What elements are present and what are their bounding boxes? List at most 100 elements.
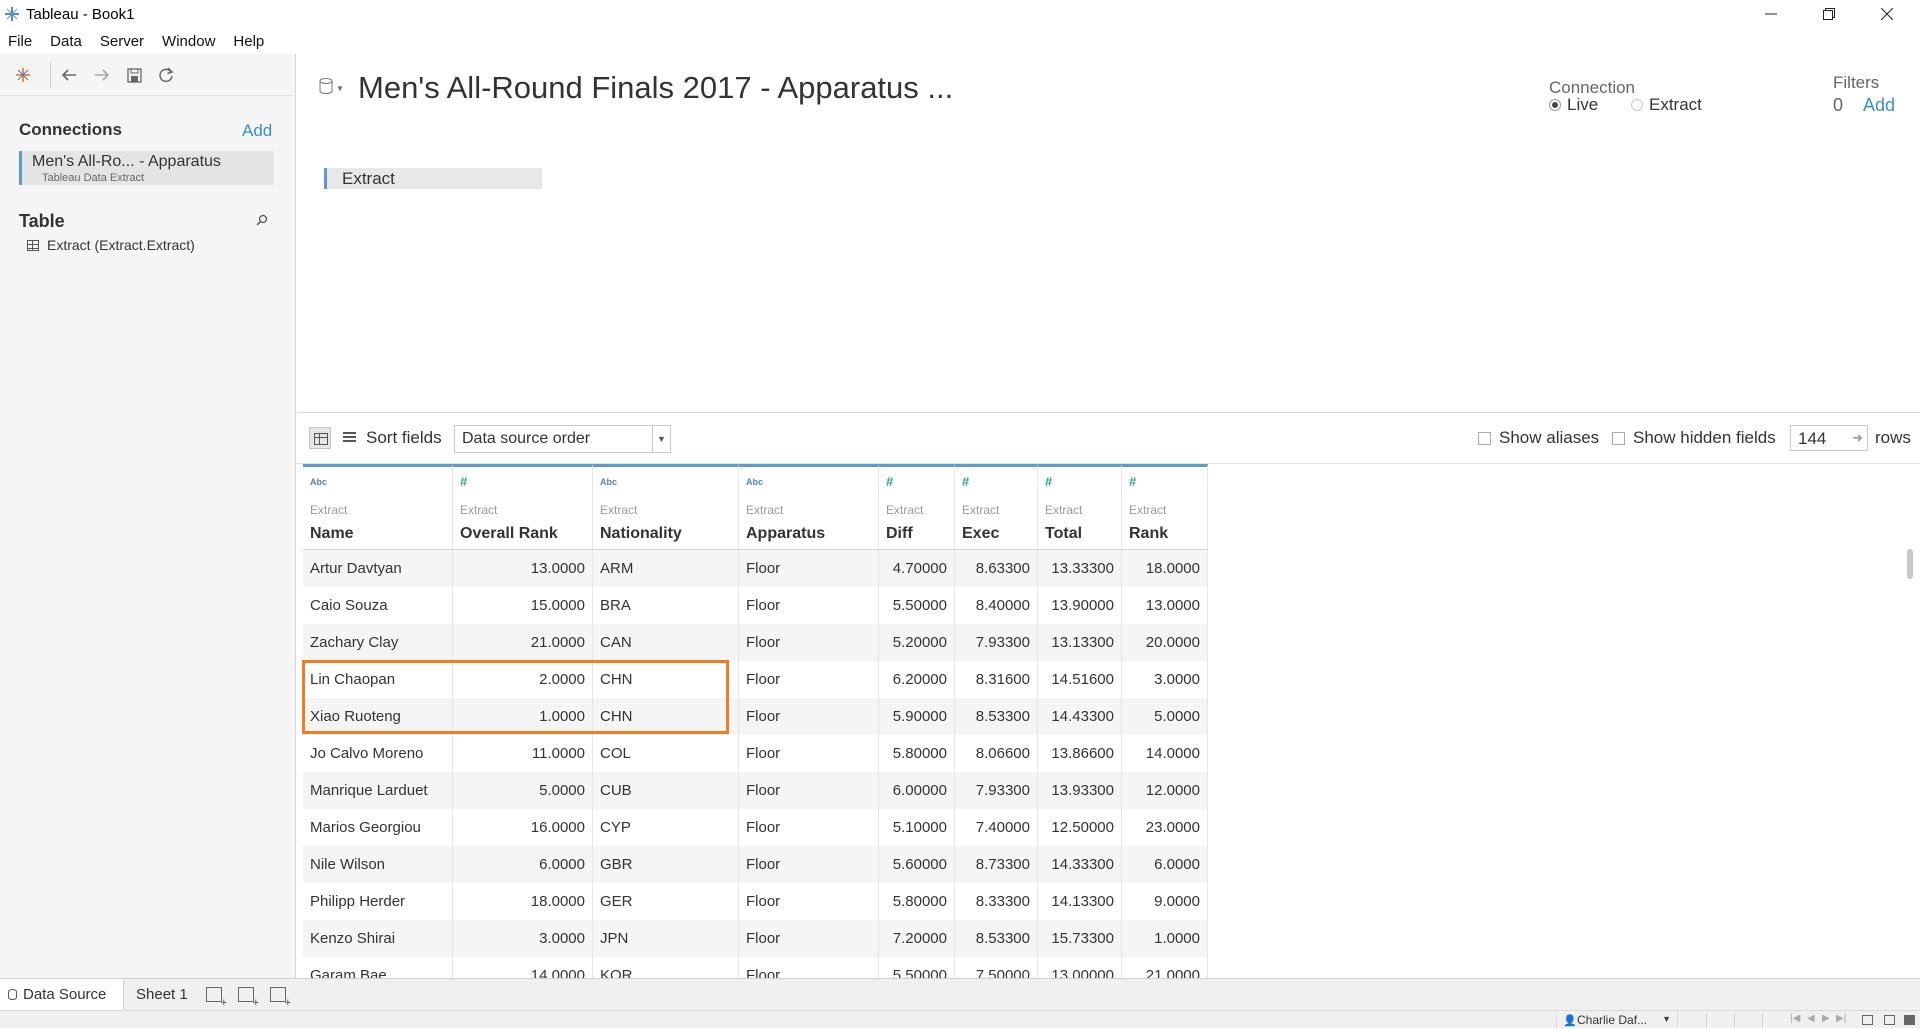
- column-source: Extract: [1045, 503, 1083, 517]
- table-cell: Nile Wilson: [303, 846, 453, 883]
- data-grid-area: Abc Extract Name # Extract Overall Rank Abc Ext…: [297, 464, 1920, 978]
- table-cell: CYP: [593, 809, 739, 846]
- previous-sheet-icon[interactable]: ◀: [1807, 1013, 1815, 1024]
- datasource-cylinder-icon[interactable]: [319, 78, 333, 94]
- show-sheet-sorter-icon[interactable]: [1862, 1015, 1873, 1025]
- show-hidden-fields-checkbox[interactable]: Show hidden fields: [1612, 428, 1776, 448]
- number-type-icon[interactable]: #: [1045, 474, 1052, 489]
- close-window-button[interactable]: [1858, 0, 1916, 28]
- table-cell: Xiao Ruoteng: [303, 698, 453, 735]
- table-cell: 14.13300: [1038, 883, 1122, 920]
- add-filter-link[interactable]: Add: [1863, 95, 1895, 116]
- column-name[interactable]: Diff: [886, 525, 913, 543]
- datasource-title[interactable]: Men's All-Round Finals 2017 - Apparatus …: [358, 70, 953, 106]
- table-row: Kenzo Shirai 3.0000 JPN Floor 7.20000 8.53300…: [303, 920, 1208, 957]
- status-bar: 👤 Charlie Daf... ▼ |◀ ◀ ▶ ▶|: [0, 1010, 1920, 1029]
- column-name[interactable]: Exec: [962, 525, 999, 543]
- table-cell: 21.0000: [453, 624, 593, 661]
- show-aliases-checkbox[interactable]: Show aliases: [1478, 428, 1599, 448]
- next-sheet-icon[interactable]: ▶: [1822, 1013, 1830, 1024]
- connection-live-radio[interactable]: Live: [1549, 95, 1598, 115]
- table-search-button[interactable]: [256, 214, 268, 229]
- table-cell: Floor: [739, 550, 879, 587]
- table-cell: GER: [593, 883, 739, 920]
- menu-data[interactable]: Data: [42, 30, 92, 54]
- undo-button[interactable]: [58, 64, 80, 86]
- connection-item[interactable]: Men's All-Ro... - Apparatus Tableau Data…: [19, 151, 274, 185]
- string-type-icon[interactable]: Abc: [600, 477, 617, 487]
- column-name[interactable]: Overall Rank: [460, 525, 558, 543]
- table-cell: Floor: [739, 624, 879, 661]
- arrow-right-icon[interactable]: ➜: [1852, 430, 1863, 446]
- table-cell: 5.90000: [879, 698, 955, 735]
- number-type-icon[interactable]: #: [886, 474, 893, 489]
- table-cell: 5.20000: [879, 624, 955, 661]
- number-type-icon[interactable]: #: [1129, 474, 1136, 489]
- column-header[interactable]: Abc Extract Nationality: [593, 464, 739, 549]
- new-worksheet-icon[interactable]: [206, 987, 227, 1009]
- column-name[interactable]: Apparatus: [746, 525, 825, 543]
- string-type-icon[interactable]: Abc: [310, 477, 327, 487]
- add-connection-link[interactable]: Add: [242, 121, 272, 141]
- chevron-down-icon: ▼: [652, 426, 670, 452]
- show-filmstrip-icon[interactable]: [1884, 1015, 1895, 1025]
- chevron-down-icon[interactable]: ▼: [336, 84, 344, 93]
- column-name[interactable]: Rank: [1129, 525, 1168, 543]
- new-dashboard-icon[interactable]: [238, 987, 259, 1009]
- minimize-button[interactable]: [1742, 0, 1800, 28]
- redo-button[interactable]: [91, 64, 113, 86]
- canvas-table-extract[interactable]: Extract: [324, 168, 542, 189]
- new-story-icon[interactable]: [270, 987, 291, 1009]
- toolbar-separator: [50, 62, 51, 88]
- column-header[interactable]: # Extract Exec: [955, 464, 1038, 549]
- restore-button[interactable]: [1800, 0, 1858, 28]
- tableau-home-button[interactable]: [12, 64, 34, 86]
- refresh-button[interactable]: [155, 64, 177, 86]
- number-type-icon[interactable]: #: [460, 474, 467, 489]
- column-header[interactable]: # Extract Total: [1038, 464, 1122, 549]
- grid-view-button[interactable]: [309, 427, 331, 449]
- rows-count-input[interactable]: 144 ➜: [1790, 425, 1868, 451]
- last-sheet-icon[interactable]: ▶|: [1836, 1013, 1846, 1024]
- menu-help[interactable]: Help: [225, 30, 274, 54]
- list-view-button[interactable]: [339, 427, 361, 449]
- tab-data-source[interactable]: Data Source: [0, 979, 124, 1010]
- table-item-extract[interactable]: Extract (Extract.Extract): [27, 237, 195, 253]
- tab-sheet-1[interactable]: Sheet 1: [128, 979, 188, 1010]
- column-header[interactable]: # Extract Diff: [879, 464, 955, 549]
- user-menu[interactable]: 👤 Charlie Daf... ▼: [1556, 1011, 1678, 1029]
- number-type-icon[interactable]: #: [962, 474, 969, 489]
- column-name[interactable]: Nationality: [600, 525, 682, 543]
- column-header[interactable]: Abc Extract Apparatus: [739, 464, 879, 549]
- table-cell: ARM: [593, 550, 739, 587]
- vertical-scrollbar[interactable]: [1907, 549, 1913, 579]
- sort-fields-select[interactable]: Data source order ▼: [454, 425, 671, 453]
- menu-file[interactable]: File: [0, 30, 42, 54]
- menu-server[interactable]: Server: [92, 30, 154, 54]
- column-header[interactable]: # Extract Rank: [1122, 464, 1208, 549]
- join-canvas: ▼ Men's All-Round Finals 2017 - Apparatu…: [297, 54, 1920, 412]
- show-hidden-label: Show hidden fields: [1633, 428, 1776, 447]
- menu-window[interactable]: Window: [154, 30, 225, 54]
- table-cell: 23.0000: [1122, 809, 1208, 846]
- column-name[interactable]: Name: [310, 525, 354, 543]
- column-source: Extract: [886, 503, 924, 517]
- restore-icon: [1823, 8, 1835, 20]
- column-header[interactable]: # Extract Overall Rank: [453, 464, 593, 549]
- table-cell: 13.33300: [1038, 550, 1122, 587]
- table-cell: 5.50000: [879, 587, 955, 624]
- column-header[interactable]: Abc Extract Name: [303, 464, 453, 549]
- filters-label: Filters: [1833, 73, 1880, 92]
- string-type-icon[interactable]: Abc: [746, 477, 763, 487]
- title-bar: Tableau - Book1: [0, 0, 1920, 28]
- table-cell: Floor: [739, 661, 879, 698]
- table-cell: 7.93300: [955, 624, 1038, 661]
- save-button[interactable]: [123, 64, 145, 86]
- column-name[interactable]: Total: [1045, 525, 1082, 543]
- show-tabs-icon[interactable]: [1904, 1015, 1915, 1025]
- toolbar: [0, 54, 296, 96]
- refresh-icon: [159, 67, 174, 83]
- first-sheet-icon[interactable]: |◀: [1790, 1013, 1800, 1024]
- table-cell: 1.0000: [453, 698, 593, 735]
- connection-extract-radio[interactable]: Extract: [1631, 95, 1702, 115]
